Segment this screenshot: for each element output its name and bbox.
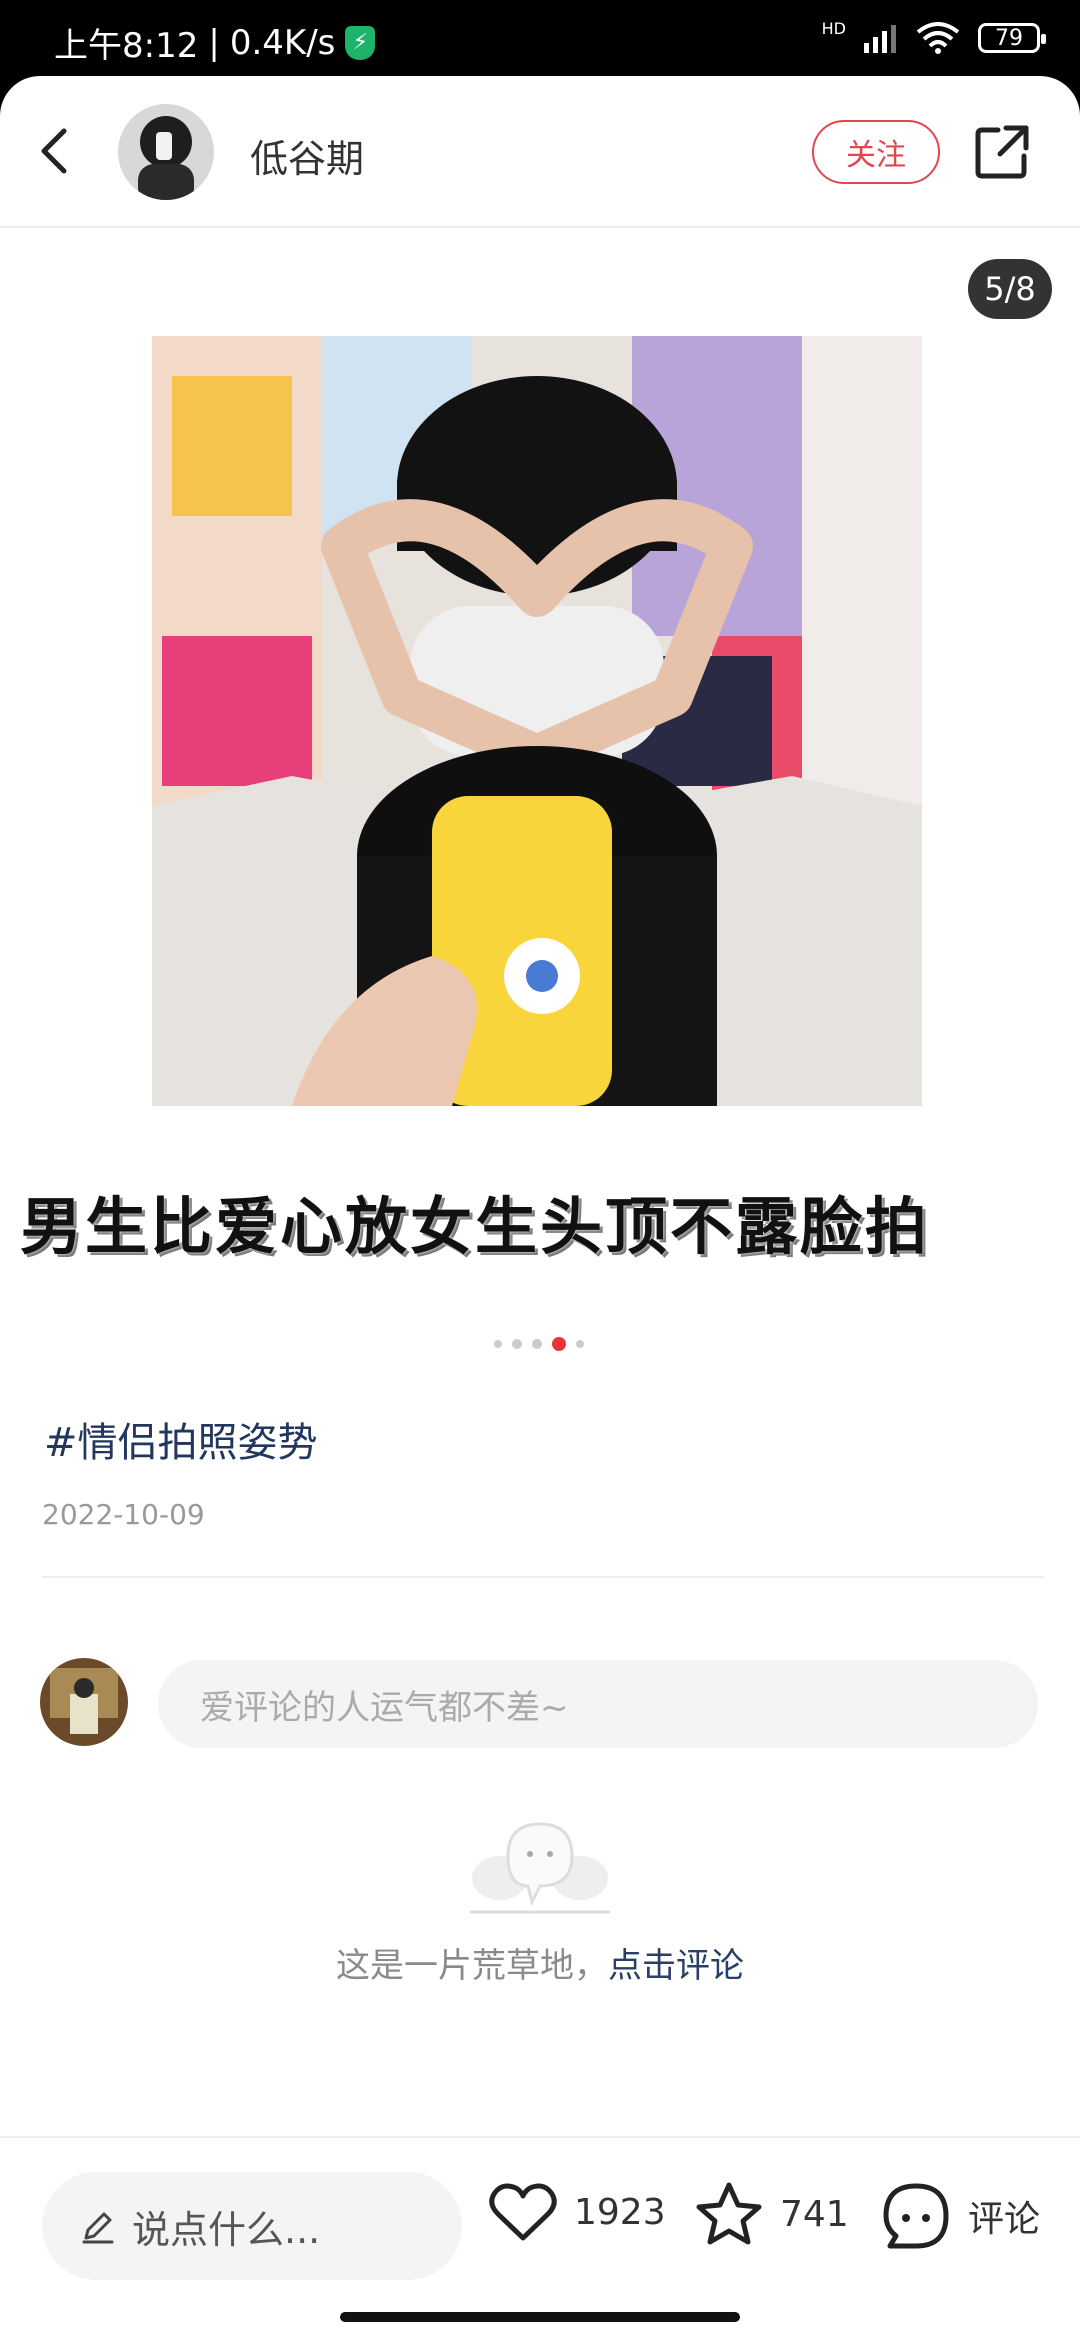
user-avatar: [40, 1658, 128, 1746]
status-bar: 上午8:12 | 0.4K/s ⚡ HD 79: [0, 0, 1080, 76]
bottom-action-bar: 说点什么... 1923 741 评论: [0, 2136, 1080, 2342]
pager-dot: [494, 1340, 502, 1348]
status-separator: |: [208, 22, 220, 63]
star-icon: [696, 2182, 762, 2245]
empty-text-main: 这是一片荒草地，: [336, 1946, 608, 1986]
share-icon[interactable]: [970, 120, 1034, 184]
shield-icon: ⚡: [345, 25, 376, 60]
collect-button[interactable]: 741: [694, 2180, 849, 2248]
collect-count: 741: [780, 2193, 849, 2235]
image-counter: 5/8: [968, 259, 1052, 319]
post-header: 低谷期 关注: [0, 76, 1080, 228]
status-right: HD 79: [821, 18, 1046, 54]
wifi-icon: [916, 22, 960, 54]
hd-label: HD: [821, 18, 846, 38]
home-indicator[interactable]: [340, 2312, 740, 2322]
comment-label: 评论: [968, 2199, 1041, 2240]
like-button[interactable]: 1923: [488, 2180, 666, 2244]
signal-icon: [864, 25, 896, 53]
empty-comments-text: 这是一片荒草地，点击评论: [0, 1938, 1080, 1987]
battery-icon: 79: [978, 23, 1046, 53]
pager-dot: [532, 1339, 542, 1349]
comment-input-placeholder: 爱评论的人运气都不差~: [200, 1687, 569, 1728]
post-photo[interactable]: [152, 336, 922, 1106]
click-to-comment-link[interactable]: 点击评论: [608, 1946, 744, 1986]
back-icon[interactable]: [30, 121, 86, 181]
say-something-placeholder: 说点什么...: [132, 2207, 321, 2252]
say-something-input[interactable]: 说点什么...: [42, 2172, 462, 2280]
divider: [42, 1576, 1044, 1578]
status-time: 上午8:12: [54, 26, 199, 66]
comment-bubble-icon: [883, 2183, 949, 2249]
comment-input[interactable]: 爱评论的人运气都不差~: [158, 1660, 1038, 1748]
network-speed: 0.4K/s: [229, 22, 336, 63]
photo-caption: 男生比爱心放女生头顶不露脸拍: [20, 1190, 931, 1263]
pager-dot: [512, 1339, 522, 1349]
post-sheet: 低谷期 关注 5/8 男生比爱心放女生头顶不露脸拍 #情侣拍照姿势 2022-1…: [0, 76, 1080, 2342]
author-avatar[interactable]: [118, 104, 214, 200]
post-date: 2022-10-09: [42, 1498, 205, 1531]
like-count: 1923: [574, 2191, 666, 2233]
comment-button[interactable]: 评论: [880, 2180, 1040, 2252]
battery-level: 79: [995, 25, 1023, 51]
author-name[interactable]: 低谷期: [250, 128, 364, 183]
status-left: 上午8:12 | 0.4K/s ⚡: [54, 18, 376, 67]
image-pager: [494, 1337, 584, 1351]
pager-dot-active: [552, 1337, 566, 1351]
heart-icon: [489, 2183, 557, 2241]
hashtag-link[interactable]: #情侣拍照姿势: [44, 1410, 318, 1468]
follow-button[interactable]: 关注: [812, 120, 940, 184]
empty-comments-icon: [470, 1822, 610, 1914]
pencil-icon: [82, 2212, 114, 2244]
pager-dot: [576, 1340, 584, 1348]
